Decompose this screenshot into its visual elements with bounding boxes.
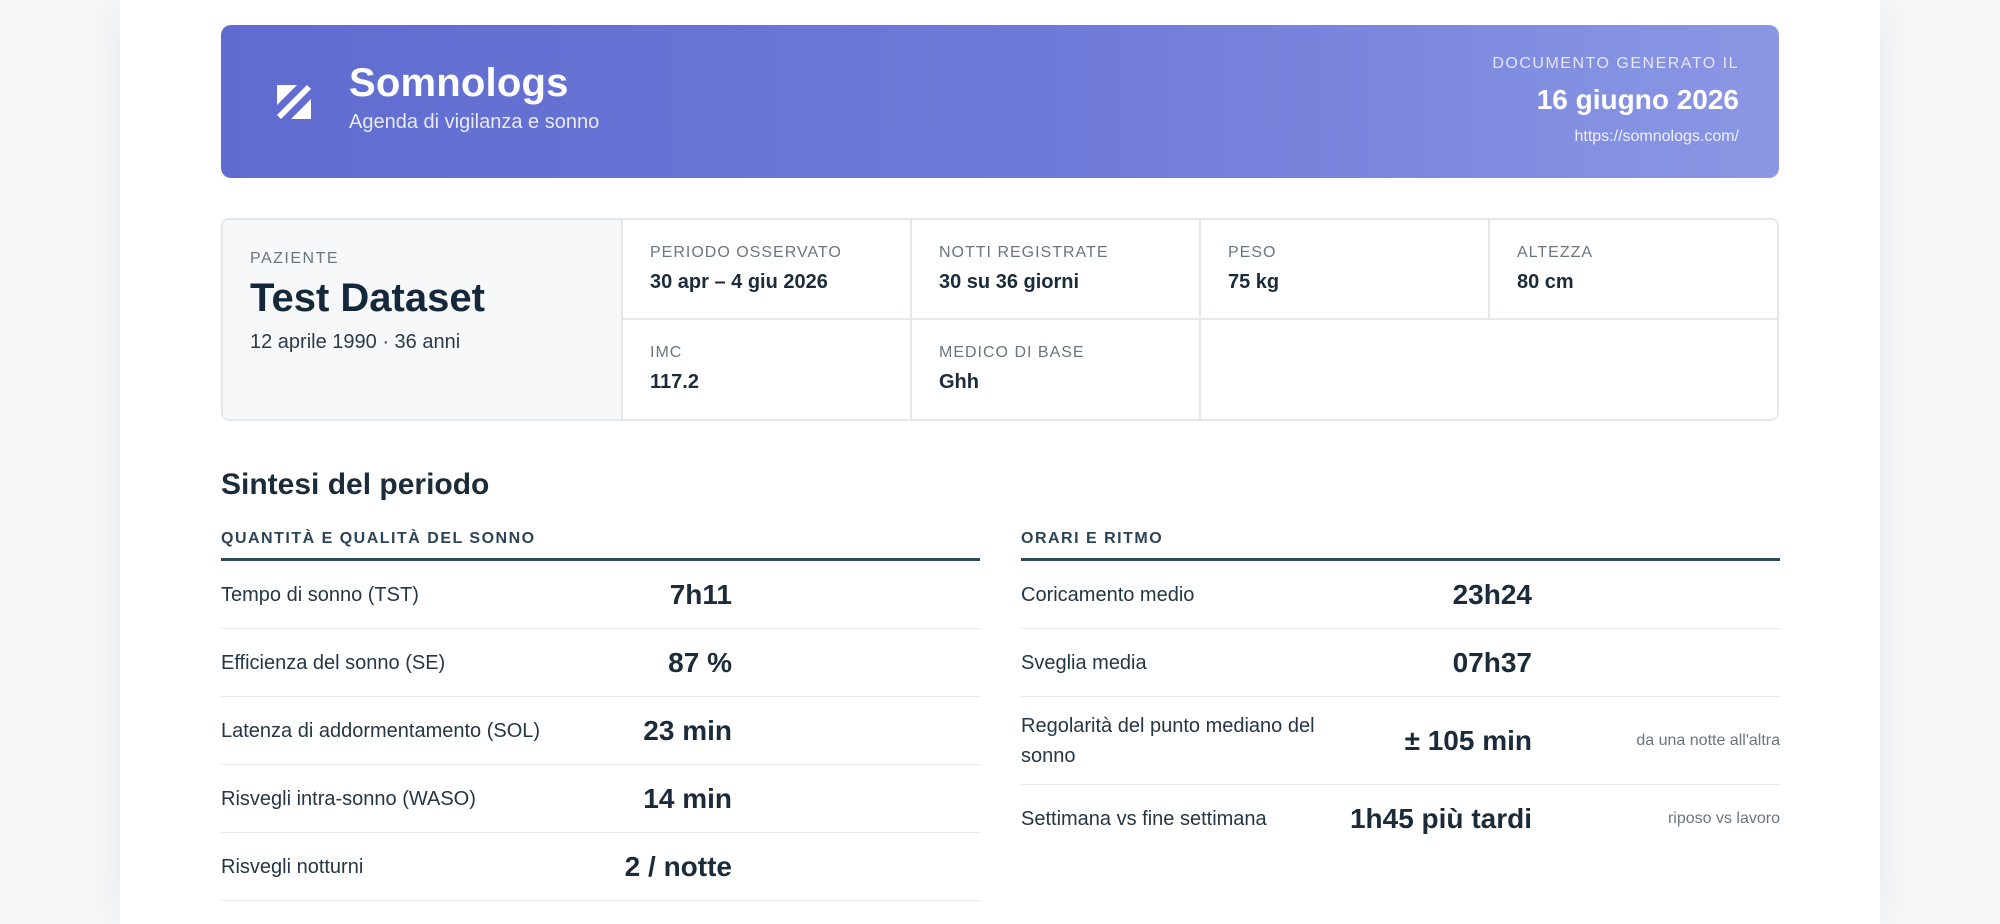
somnologs-logo-icon: [277, 85, 311, 119]
metric-value: 14 min: [643, 782, 732, 814]
patient-identity: PAZIENTE Test Dataset 12 aprile 1990 · 3…: [223, 220, 623, 419]
metric-label: Efficienza del sonno (SE): [221, 651, 446, 674]
field-label: NOTTI REGISTRATE: [939, 244, 1109, 261]
field-value: 30 su 36 giorni: [939, 271, 1080, 293]
metric-value: 1h45 più tardi: [1349, 803, 1532, 834]
metric-row: Settimana vs fine settimana 1h45 più tar…: [1021, 785, 1780, 853]
patient-name: Test Dataset: [250, 276, 485, 320]
patient-birthdate-age: 12 aprile 1990 · 36 anni: [250, 331, 461, 353]
field-label: PESO: [1228, 244, 1277, 261]
metric-note: da una notte all'altra: [1636, 731, 1780, 749]
metric-row: Tempo di sonno (TST) 7h11: [221, 561, 980, 629]
field-value: 80 cm: [1517, 271, 1574, 293]
field-weight: PESO 75 kg: [1201, 220, 1490, 320]
field-bmi: IMC 117.2: [623, 320, 912, 419]
report-header-banner: Somnologs Agenda di vigilanza e sonno DO…: [221, 25, 1779, 178]
metric-label: Risvegli notturni: [221, 855, 364, 878]
field-label: MEDICO DI BASE: [939, 344, 1085, 361]
metric-row: Coricamento medio 23h24: [1021, 561, 1780, 629]
section-heading: QUANTITÀ E QUALITÀ DEL SONNO: [221, 530, 980, 561]
website-link[interactable]: https://somnologs.com/: [1574, 128, 1739, 146]
field-height: ALTEZZA 80 cm: [1490, 220, 1777, 320]
metric-row: Sveglia media 07h37: [1021, 629, 1780, 697]
patient-label: PAZIENTE: [250, 250, 340, 267]
brand-tagline: Agenda di vigilanza e sonno: [349, 111, 600, 133]
metric-label: Risvegli intra-sonno (WASO): [221, 787, 476, 810]
metric-note: riposo vs lavoro: [1667, 810, 1780, 827]
section-heading: ORARI E RITMO: [1021, 530, 1780, 561]
metric-label: Coricamento medio: [1021, 583, 1195, 606]
generated-label: DOCUMENTO GENERATO IL: [1492, 55, 1739, 72]
patient-card: PAZIENTE Test Dataset 12 aprile 1990 · 3…: [221, 218, 1779, 421]
metric-value: 2 / notte: [624, 850, 732, 882]
field-label: ALTEZZA: [1517, 244, 1594, 261]
metric-label: Sveglia media: [1021, 651, 1147, 674]
field-label: PERIODO OSSERVATO: [650, 244, 842, 261]
metric-value: 7h11: [669, 578, 732, 610]
field-gp: MEDICO DI BASE Ghh: [912, 320, 1201, 419]
metric-value: 23h24: [1452, 578, 1532, 610]
schedule-rhythm-section: ORARI E RITMO Coricamento medio 23h24 Sv…: [1021, 530, 1780, 853]
generated-date: 16 giugno 2026: [1536, 84, 1739, 115]
brand-name: Somnologs: [349, 61, 569, 105]
metric-label: Regolarità del punto mediano del sonno: [1021, 714, 1315, 767]
metric-row: Regolarità del punto mediano del sonno ±…: [1021, 697, 1780, 785]
summary-title: Sintesi del periodo: [221, 468, 490, 501]
field-value: Ghh: [939, 371, 979, 393]
metric-row: Risvegli notturni 2 / notte: [221, 833, 980, 901]
field-recorded-nights: NOTTI REGISTRATE 30 su 36 giorni: [912, 220, 1201, 320]
metric-value: 23 min: [643, 714, 732, 746]
metric-value: ± 105 min: [1404, 724, 1532, 756]
field-value: 30 apr – 4 giu 2026: [650, 271, 828, 293]
field-value: 75 kg: [1228, 271, 1280, 293]
metric-row: Latenza di addormentamento (SOL) 23 min: [221, 697, 980, 765]
metric-value: 87 %: [668, 646, 732, 678]
metric-label: Latenza di addormentamento (SOL): [221, 719, 541, 742]
metric-row: Risvegli intra-sonno (WASO) 14 min: [221, 765, 980, 833]
metric-value: 07h37: [1452, 646, 1532, 678]
field-label: IMC: [650, 344, 683, 361]
sleep-quantity-quality-section: QUANTITÀ E QUALITÀ DEL SONNO Tempo di so…: [221, 530, 980, 901]
metric-row: Efficienza del sonno (SE) 87 %: [221, 629, 980, 697]
metric-label: Settimana vs fine settimana: [1021, 808, 1267, 830]
field-observed-period: PERIODO OSSERVATO 30 apr – 4 giu 2026: [623, 220, 912, 320]
report-page: Somnologs Agenda di vigilanza e sonno DO…: [120, 0, 1880, 924]
field-value: 117.2: [650, 371, 699, 393]
metric-label: Tempo di sonno (TST): [221, 583, 419, 606]
